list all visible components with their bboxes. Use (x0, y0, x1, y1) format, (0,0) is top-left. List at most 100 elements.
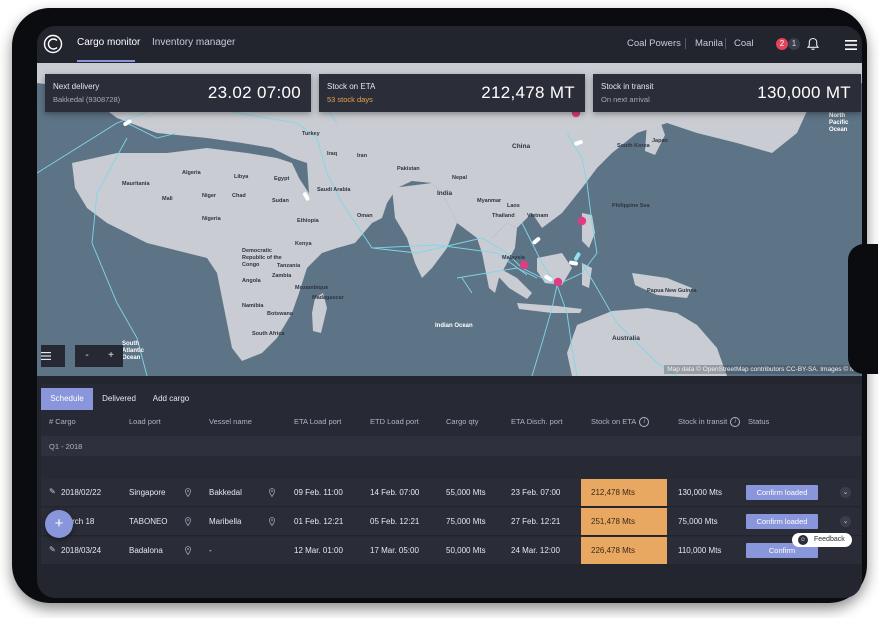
cargo-id: 2018/03/24 (61, 546, 102, 555)
cargo-qty: 50,000 Mts (446, 546, 486, 555)
next-delivery-card[interactable]: Next delivery Bakkedal (9308728) 23.02 0… (45, 74, 311, 112)
divider (685, 38, 686, 49)
card-value: 23.02 07:00 (207, 83, 301, 102)
load-port: Singapore (129, 488, 166, 497)
map-label: Malaysia (502, 255, 525, 261)
map-label: South Korea (617, 143, 650, 149)
feedback-button[interactable]: ☺ Feedback (792, 533, 852, 547)
stock-in-transit-card[interactable]: Stock in transit On next arrival 130,000… (593, 74, 861, 112)
hamburger-menu-icon[interactable] (845, 40, 857, 50)
table-row[interactable]: ✎ march 18 TABONEO Maribella 01 Feb. 12:… (41, 508, 861, 536)
col-header-status: Status (748, 417, 770, 426)
ocean-label: South Atlantic Ocean (122, 341, 145, 361)
divider (725, 38, 726, 49)
col-header-label: Stock on ETA (591, 417, 637, 426)
table-row[interactable]: ✎ 2018/03/24 Badalona - 12 Mar. 01:00 17… (41, 537, 861, 565)
tab-add-cargo[interactable]: Add cargo (145, 388, 197, 410)
bell-icon[interactable] (806, 37, 820, 51)
schedule-panel: Schedule Delivered Add cargo # Cargo Loa… (41, 384, 861, 565)
map-label: Thailand (492, 213, 515, 219)
info-icon[interactable]: i (730, 417, 741, 428)
map-label: Tanzania (277, 263, 301, 269)
device-side-notch (848, 244, 878, 374)
load-port: TABONEO (129, 517, 168, 526)
alert-count-badge[interactable]: 2 (776, 38, 788, 50)
cargo-qty: 55,000 Mts (446, 488, 486, 497)
col-header-cargo: # Cargo (49, 417, 76, 426)
location-pin-icon[interactable] (185, 546, 191, 555)
edit-icon[interactable]: ✎ (49, 488, 56, 496)
cargo-qty: 75,000 Mts (446, 517, 486, 526)
zoom-out-button[interactable]: - (75, 345, 99, 367)
map-label: Chad (232, 193, 246, 199)
vessel-name: Bakkedal (209, 488, 242, 497)
tab-inventory-manager[interactable]: Inventory manager (152, 37, 235, 48)
group-header: Q1 - 2018 (41, 436, 861, 456)
eta-disch: 27 Feb. 12:21 (511, 517, 561, 526)
app-screen: Cargo monitor Inventory manager Coal Pow… (37, 26, 862, 598)
ocean-label: Indian Ocean (435, 323, 473, 329)
confirm-loaded-button[interactable]: Confirm loaded (746, 485, 818, 500)
chevron-down-icon[interactable]: ⌄ (840, 487, 851, 498)
etd-load: 17 Mar. 05:00 (370, 546, 419, 555)
card-subtitle: On next arrival (601, 95, 650, 104)
feedback-label: Feedback (814, 536, 845, 543)
map-label: Mauritania (122, 181, 150, 187)
stock-on-eta-card[interactable]: Stock on ETA 53 stock days 212,478 MT (319, 74, 585, 112)
tab-schedule[interactable]: Schedule (41, 388, 93, 410)
map-layers-button[interactable] (41, 345, 65, 367)
eta-load: 09 Feb. 11:00 (294, 488, 343, 497)
tab-cargo-monitor[interactable]: Cargo monitor (77, 37, 140, 48)
stock-on-eta: 251,478 Mts (581, 508, 667, 535)
stock-on-eta: 226,478 Mts (581, 537, 667, 564)
stock-on-eta: 212,478 Mts (581, 479, 667, 506)
commodity-selector[interactable]: Coal (734, 38, 754, 49)
company-selector[interactable]: Coal Powers (627, 38, 681, 49)
location-pin-icon[interactable] (269, 488, 275, 497)
map-label: Turkey (302, 131, 320, 137)
etd-load: 05 Feb. 12:21 (370, 517, 420, 526)
map-label: Madagascar (312, 295, 344, 301)
zoom-in-button[interactable]: + (99, 345, 123, 367)
info-icon[interactable]: i (639, 417, 650, 428)
map-label: Democratic Republic of the Congo (242, 248, 282, 268)
table-row[interactable]: ✎ 2018/02/22 Singapore Bakkedal 09 Feb. … (41, 479, 861, 507)
notice-count-badge[interactable]: 1 (788, 38, 800, 50)
vessel-name: - (209, 546, 212, 555)
tab-delivered[interactable]: Delivered (97, 388, 141, 410)
location-pin-icon[interactable] (269, 517, 275, 526)
map-label: Vietnam (527, 213, 549, 219)
tablet-frame: Cargo monitor Inventory manager Coal Pow… (12, 8, 878, 603)
map-label: Mozambique (295, 285, 329, 291)
col-header-stock-eta: Stock on ETA i (591, 417, 650, 428)
map-label: Australia (612, 335, 640, 342)
map-label: Iraq (327, 151, 338, 157)
add-cargo-fab[interactable]: + (45, 510, 73, 538)
ocean-label: North Pacific Ocean (829, 113, 849, 133)
map-label: Saudi Arabia (317, 187, 351, 193)
map-label: Philippine Sea (612, 203, 650, 209)
map-label: Angola (242, 278, 261, 284)
card-subtitle: Bakkedal (9308728) (53, 95, 121, 104)
chevron-down-icon[interactable]: ⌄ (840, 516, 851, 527)
map-label: Papua New Guinea (647, 288, 697, 294)
col-header-label: Stock in transit (678, 417, 728, 426)
location-pin-icon[interactable] (185, 488, 191, 497)
map-label: Kenya (295, 241, 312, 247)
col-header-vessel: Vessel name (209, 417, 252, 426)
etd-load: 14 Feb. 07:00 (370, 488, 420, 497)
cargo-id: 2018/02/22 (61, 488, 102, 497)
top-bar: Cargo monitor Inventory manager Coal Pow… (37, 26, 862, 63)
map-label: South Africa (252, 331, 285, 337)
edit-icon[interactable]: ✎ (49, 546, 56, 554)
card-value: 212,478 MT (481, 83, 575, 102)
confirm-loaded-button[interactable]: Confirm loaded (746, 514, 818, 529)
eta-disch: 24 Mar. 12:00 (511, 546, 560, 555)
col-header-eta-disch: ETA Disch. port (511, 417, 563, 426)
map-label: India (437, 190, 453, 197)
location-selector[interactable]: Manila (695, 38, 723, 49)
card-subtitle: 53 stock days (327, 95, 373, 104)
card-title: Next delivery (53, 82, 100, 91)
map-label: Nepal (452, 175, 467, 181)
location-pin-icon[interactable] (185, 517, 191, 526)
